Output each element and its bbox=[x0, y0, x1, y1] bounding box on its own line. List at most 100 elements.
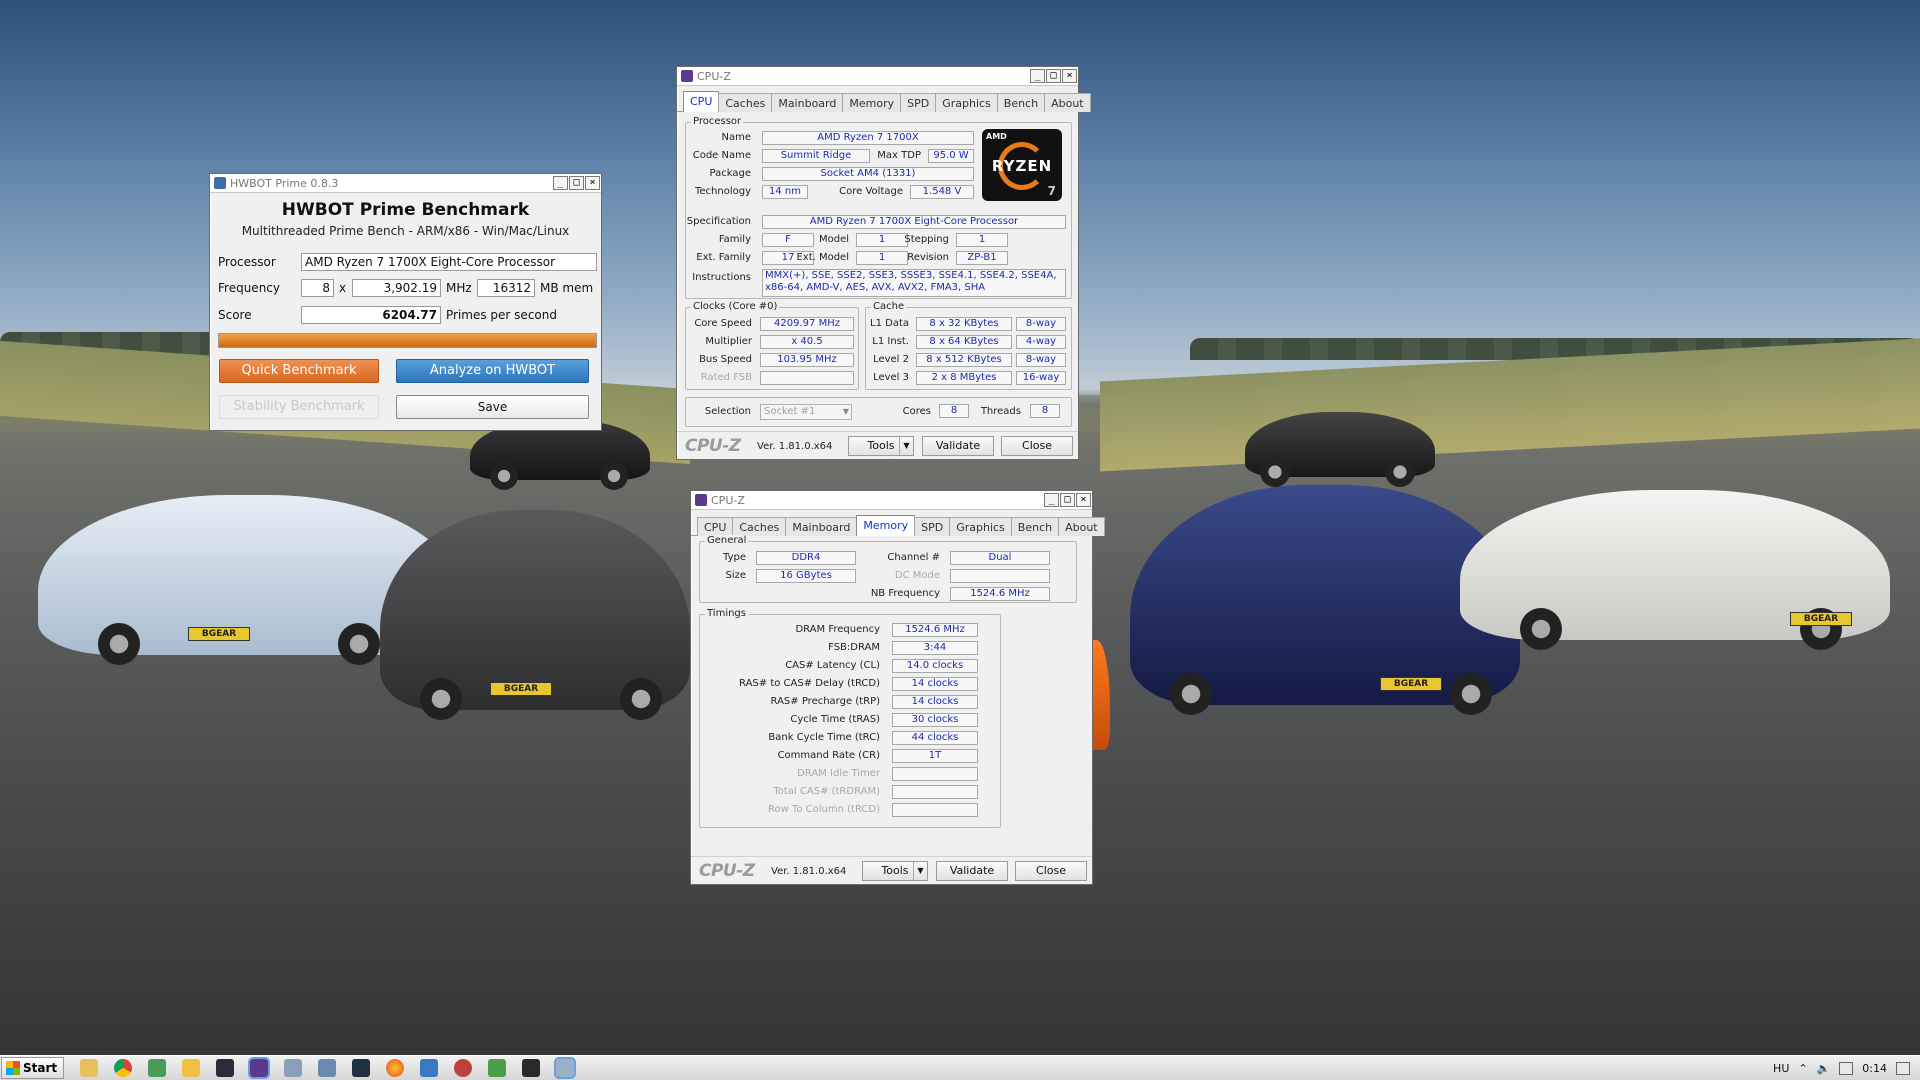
tuning-app-icon[interactable] bbox=[352, 1059, 371, 1077]
cpuz-taskbar-icon[interactable] bbox=[248, 1057, 271, 1079]
tab-caches[interactable]: Caches bbox=[718, 93, 773, 112]
tab-spd[interactable]: SPD bbox=[914, 517, 951, 536]
corespeed-value: 4209.97 MHz bbox=[760, 317, 854, 331]
spec-value: AMD Ryzen 7 1700X Eight-Core Processor bbox=[762, 215, 1066, 229]
threads-label: Threads bbox=[980, 406, 1021, 417]
volume-icon[interactable]: 🔈 bbox=[1817, 1062, 1831, 1075]
benchmark-app-icon[interactable] bbox=[454, 1059, 473, 1077]
show-desktop-icon[interactable] bbox=[1896, 1061, 1910, 1075]
close-icon[interactable]: × bbox=[1076, 493, 1091, 507]
timing-label: DRAM Idle Timer bbox=[797, 768, 880, 779]
name-value: AMD Ryzen 7 1700X bbox=[762, 131, 974, 145]
selection-label: Selection bbox=[704, 406, 751, 417]
tab-caches[interactable]: Caches bbox=[732, 517, 787, 536]
close-button[interactable]: Close bbox=[1015, 861, 1087, 881]
tab-graphics[interactable]: Graphics bbox=[935, 93, 998, 112]
extmodel-label: Ext. Model bbox=[796, 252, 849, 263]
cpuz-titlebar[interactable]: CPU-Z _ □ × bbox=[691, 491, 1092, 510]
timing-label: RAS# to CAS# Delay (tRCD) bbox=[739, 678, 880, 689]
tab-memory[interactable]: Memory bbox=[856, 515, 916, 536]
monitor-app-icon[interactable] bbox=[148, 1059, 167, 1077]
cache-group: Cache L1 Data 8 x 32 KBytes 8-way L1 Ins… bbox=[865, 301, 1072, 390]
spec-label: Specification bbox=[686, 216, 751, 227]
model-label: Model bbox=[818, 234, 849, 245]
tools-button[interactable]: Tools ▼ bbox=[848, 436, 914, 456]
ratedfsb-label: Rated FSB bbox=[700, 372, 752, 383]
license-plate: BGEAR bbox=[1380, 677, 1442, 691]
network-app-icon[interactable] bbox=[420, 1059, 439, 1077]
tab-memory[interactable]: Memory bbox=[842, 93, 902, 112]
tab-about[interactable]: About bbox=[1044, 93, 1091, 112]
timings-group-title: Timings bbox=[705, 608, 748, 619]
start-button[interactable]: Start bbox=[1, 1057, 65, 1079]
tab-bench[interactable]: Bench bbox=[996, 93, 1046, 112]
license-plate: BGEAR bbox=[490, 682, 552, 696]
tab-graphics[interactable]: Graphics bbox=[949, 517, 1012, 536]
busspeed-label: Bus Speed bbox=[699, 354, 752, 365]
green-app-icon[interactable] bbox=[488, 1059, 507, 1077]
minimize-icon[interactable]: _ bbox=[1044, 493, 1059, 507]
cache-group-title: Cache bbox=[871, 301, 907, 312]
package-label: Package bbox=[709, 168, 751, 179]
tab-cpu[interactable]: CPU bbox=[697, 517, 734, 536]
socket-select[interactable]: Socket #1 ▼ bbox=[760, 404, 852, 420]
minimize-icon[interactable]: _ bbox=[1030, 69, 1045, 83]
clock[interactable]: 0:14 bbox=[1862, 1062, 1887, 1075]
cpuz-app-icon bbox=[681, 70, 693, 82]
stability-benchmark-button[interactable]: Stability Benchmark bbox=[219, 395, 379, 419]
cpuz-tab-bar: CPU Caches Mainboard Memory SPD Graphics Bench… bbox=[691, 510, 1105, 536]
close-icon[interactable]: × bbox=[585, 176, 600, 190]
hwbot-titlebar[interactable]: HWBOT Prime 0.8.3 _ □ × bbox=[210, 174, 601, 193]
maximize-icon[interactable]: □ bbox=[1060, 493, 1075, 507]
tab-bench[interactable]: Bench bbox=[1010, 517, 1060, 536]
firefox-icon[interactable] bbox=[386, 1059, 405, 1077]
multiplier-label: Multiplier bbox=[705, 336, 752, 347]
multiplier-value: x 40.5 bbox=[760, 335, 854, 349]
tray-arrow-icon[interactable]: ⌃ bbox=[1798, 1062, 1807, 1075]
tab-spd[interactable]: SPD bbox=[900, 93, 937, 112]
window-app-icon[interactable] bbox=[318, 1059, 337, 1077]
maximize-icon[interactable]: □ bbox=[569, 176, 584, 190]
freq-threads-value: 8 bbox=[301, 279, 334, 297]
maximize-icon[interactable]: □ bbox=[1046, 69, 1061, 83]
tab-mainboard[interactable]: Mainboard bbox=[785, 517, 858, 536]
network-icon[interactable] bbox=[1839, 1061, 1854, 1075]
car-grey-aston-martin: BGEAR bbox=[380, 510, 690, 720]
screenshot-tool-icon[interactable] bbox=[284, 1059, 303, 1077]
license-plate: BGEAR bbox=[1790, 612, 1852, 626]
timing-value: 1524.6 MHz bbox=[892, 623, 978, 637]
save-button[interactable]: Save bbox=[396, 395, 589, 419]
extfamily-label: Ext. Family bbox=[696, 252, 751, 263]
score-label: Score bbox=[218, 308, 252, 322]
channel-label: Channel # bbox=[887, 552, 940, 563]
tab-cpu[interactable]: CPU bbox=[683, 91, 720, 112]
hwbot-taskbar-icon[interactable] bbox=[554, 1057, 577, 1079]
hwinfo-icon[interactable] bbox=[522, 1059, 541, 1077]
technology-label: Technology bbox=[694, 186, 751, 197]
validate-button[interactable]: Validate bbox=[936, 861, 1008, 881]
validate-button[interactable]: Validate bbox=[922, 436, 994, 456]
timing-label: FSB:DRAM bbox=[828, 642, 880, 653]
hwbot-subheading: Multithreaded Prime Bench - ARM/x86 - Wi… bbox=[241, 224, 570, 238]
close-icon[interactable]: × bbox=[1062, 69, 1077, 83]
channel-value: Dual bbox=[950, 551, 1050, 565]
tab-mainboard[interactable]: Mainboard bbox=[771, 93, 844, 112]
cpuz-tab-bar: CPU Caches Mainboard Memory SPD Graphics Bench… bbox=[677, 86, 1091, 112]
timing-value: 1T bbox=[892, 749, 978, 763]
timing-label: Total CAS# (tRDRAM) bbox=[773, 786, 880, 797]
language-indicator[interactable]: HU bbox=[1773, 1062, 1789, 1075]
folder-icon[interactable] bbox=[80, 1059, 99, 1077]
minimize-icon[interactable]: _ bbox=[553, 176, 568, 190]
close-button[interactable]: Close bbox=[1001, 436, 1073, 456]
freq-mhz-unit: MHz bbox=[446, 281, 472, 295]
tab-about[interactable]: About bbox=[1058, 517, 1105, 536]
tools-button[interactable]: Tools ▼ bbox=[862, 861, 928, 881]
chrome-icon[interactable] bbox=[114, 1059, 133, 1077]
windows-logo-icon bbox=[6, 1061, 20, 1075]
score-unit: Primes per second bbox=[446, 308, 557, 322]
quick-benchmark-button[interactable]: Quick Benchmark bbox=[219, 359, 379, 383]
explorer-icon[interactable] bbox=[182, 1059, 201, 1077]
cpuz-titlebar[interactable]: CPU-Z _ □ × bbox=[677, 67, 1078, 86]
terminal-icon[interactable] bbox=[216, 1059, 235, 1077]
analyze-on-hwbot-button[interactable]: Analyze on HWBOT bbox=[396, 359, 589, 383]
